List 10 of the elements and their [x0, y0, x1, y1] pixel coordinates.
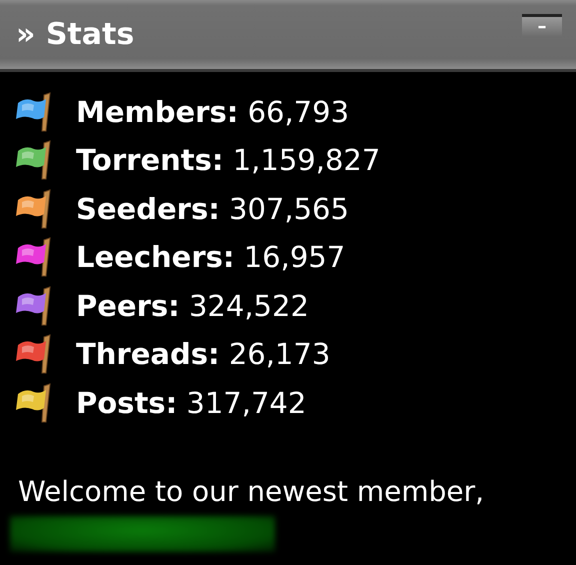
stat-text: Torrents: 1,159,827: [76, 143, 380, 178]
panel-title: » Stats: [16, 17, 134, 52]
stat-text: Peers: 324,522: [76, 288, 309, 323]
collapse-button[interactable]: –: [522, 14, 562, 36]
stat-text: Posts: 317,742: [76, 386, 306, 420]
stat-text: Members: 66,793: [76, 94, 350, 129]
stat-text: Threads: 26,173: [76, 337, 330, 372]
stat-text: Seeders: 307,565: [76, 192, 349, 226]
stat-text: Leechers: 16,957: [76, 240, 346, 274]
welcome-text: Welcome to our newest member,: [18, 474, 486, 508]
